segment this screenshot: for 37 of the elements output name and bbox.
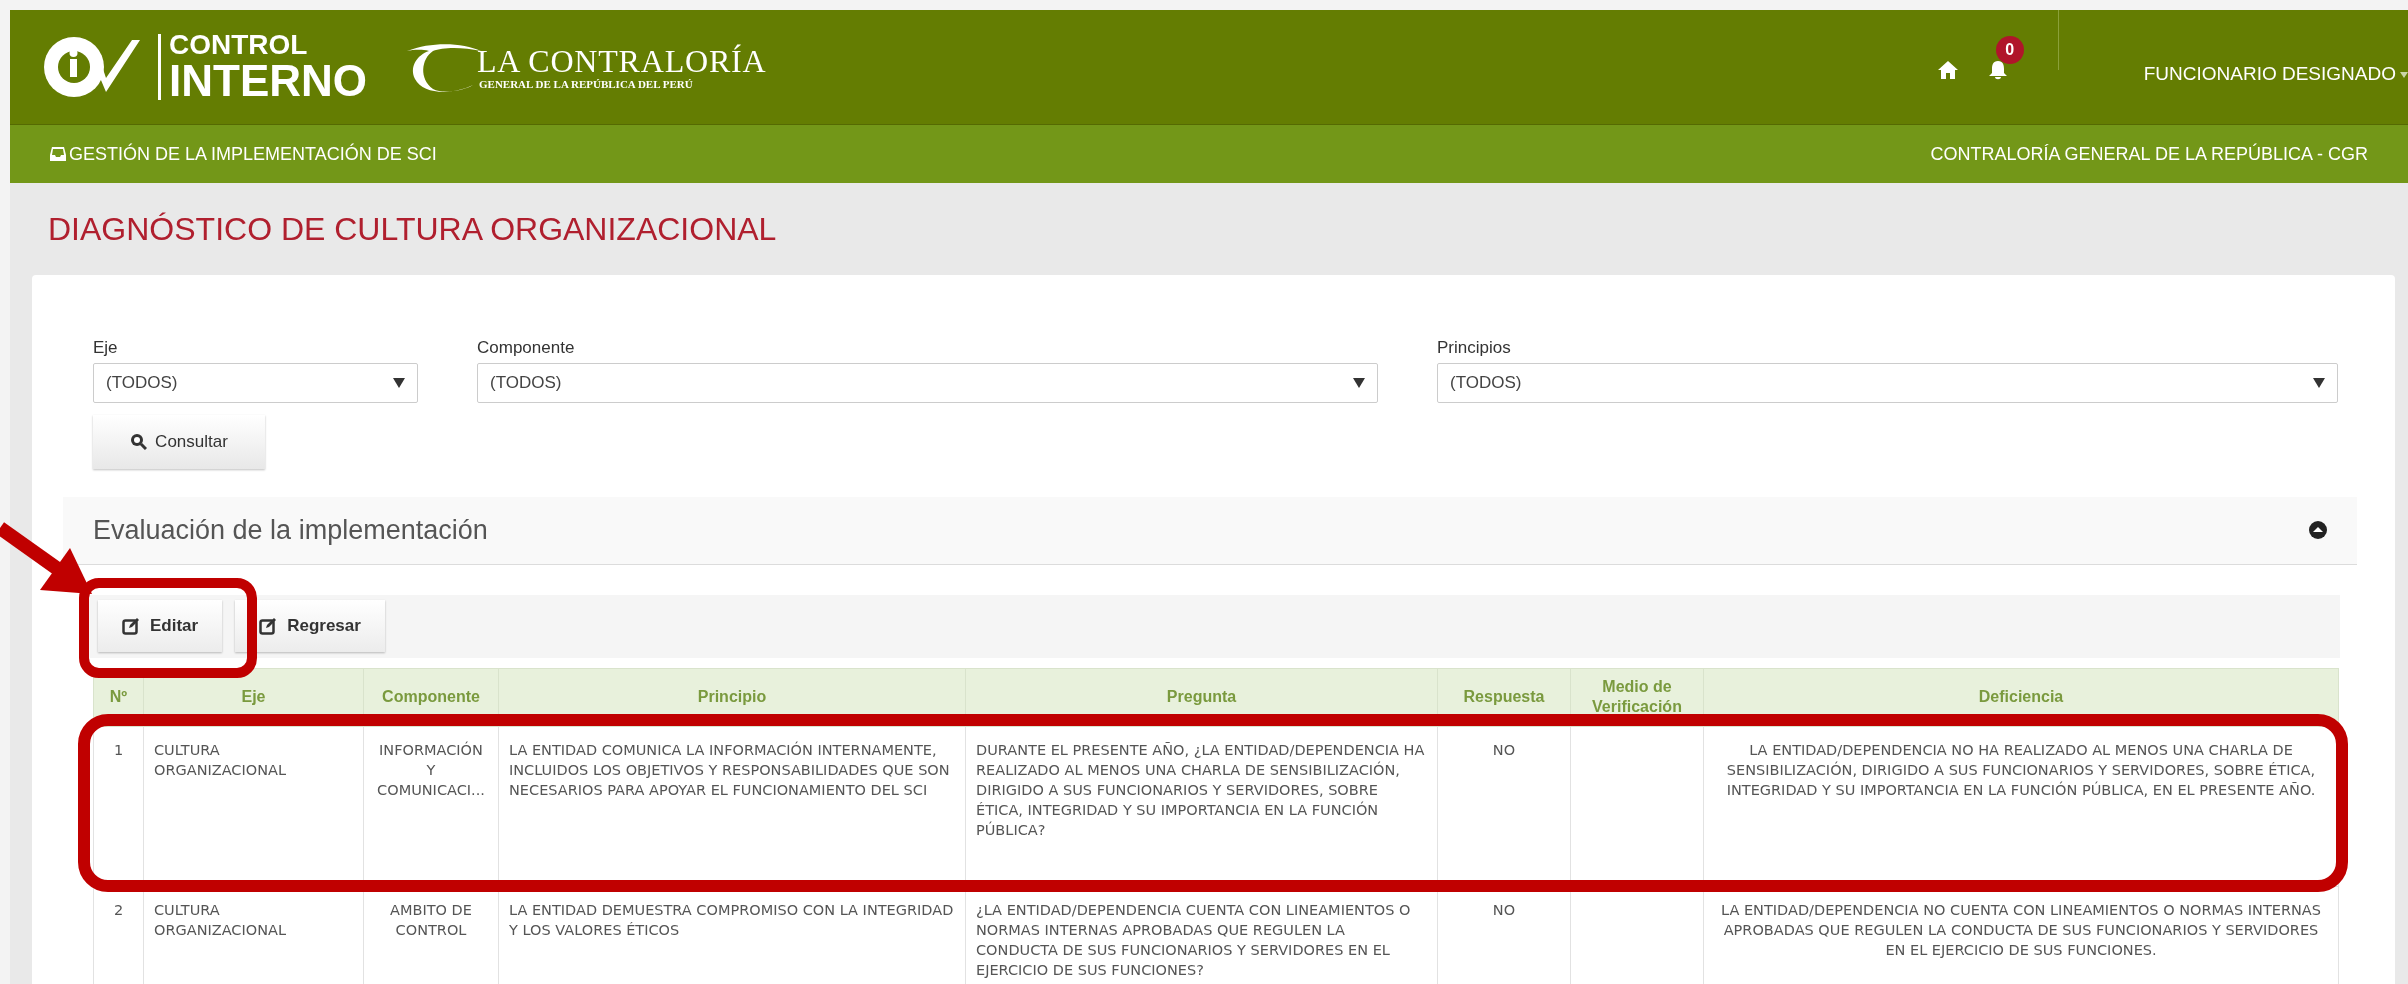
inbox-icon [50, 147, 66, 161]
consult-button[interactable]: Consultar [93, 414, 265, 469]
dropdown-arrow-icon [393, 377, 405, 388]
org-subtitle: GENERAL DE LA REPÚBLICA DEL PERÚ [479, 78, 694, 90]
filter-label: Principios [1437, 337, 1512, 359]
panel-title: Evaluación de la implementación [93, 513, 488, 547]
filter-label: Componente [477, 337, 576, 359]
entity-name: CONTRALORÍA GENERAL DE LA REPÚBLICA - CGR [1930, 142, 2368, 166]
logo-title: INTERNO [169, 59, 367, 103]
caret-icon [2400, 72, 2408, 78]
column-header: Respuesta [1437, 668, 1571, 726]
table-cell: 2 [93, 886, 144, 984]
column-header: Componente [363, 668, 499, 726]
column-header: Pregunta [965, 668, 1438, 726]
edit-icon [122, 617, 140, 635]
column-header: Medio de Verificación [1570, 668, 1704, 726]
logo-title: CONTROL [169, 31, 309, 59]
filter-dropdown[interactable]: (TODOS) [477, 362, 1378, 403]
user-menu[interactable]: FUNCIONARIO DESIGNADO [2143, 59, 2396, 89]
collapse-icon[interactable] [2309, 521, 2327, 539]
column-header: Principio [498, 668, 966, 726]
edit-icon [259, 617, 278, 635]
dropdown-arrow-icon [2313, 377, 2325, 388]
page-title: DIAGNÓSTICO DE CULTURA ORGANIZACIONAL [48, 210, 777, 249]
filter-dropdown[interactable]: (TODOS) [93, 362, 418, 403]
search-icon [130, 433, 148, 450]
toolbar-button[interactable]: Editar [98, 600, 223, 652]
toolbar-button[interactable]: Regresar [235, 600, 385, 652]
filter-dropdown[interactable]: (TODOS) [1437, 362, 2338, 403]
column-header: Eje [143, 668, 364, 726]
notification-badge: 0 [1995, 36, 2024, 64]
org-name: LA CONTRALORÍA [477, 44, 767, 77]
bell-icon[interactable] [1987, 60, 2008, 80]
column-header: Deficiencia [1703, 668, 2339, 726]
dropdown-arrow-icon [1353, 377, 1365, 388]
filter-label: Eje [93, 337, 119, 359]
home-icon[interactable] [1937, 61, 1958, 79]
